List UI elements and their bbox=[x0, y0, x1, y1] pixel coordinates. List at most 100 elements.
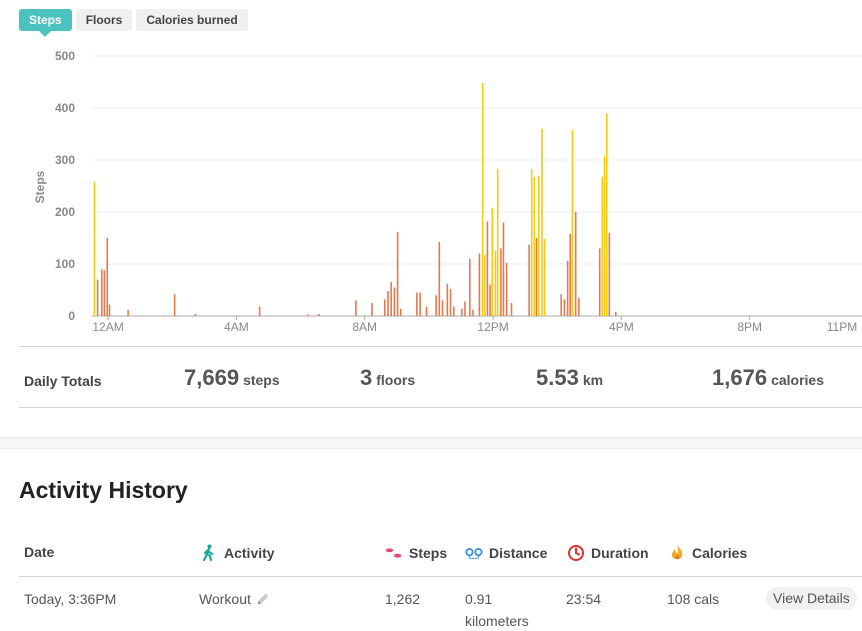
step-bar[interactable] bbox=[400, 308, 402, 316]
row-duration: 23:54 bbox=[566, 591, 602, 607]
step-bar[interactable] bbox=[318, 313, 320, 316]
step-bar[interactable] bbox=[486, 221, 489, 316]
step-bar[interactable] bbox=[396, 231, 399, 316]
step-bar[interactable] bbox=[452, 306, 455, 316]
x-tick-label: 8PM bbox=[737, 320, 762, 334]
column-distance[interactable]: Distance bbox=[465, 544, 547, 562]
step-bar[interactable] bbox=[435, 295, 437, 316]
step-bar[interactable] bbox=[390, 282, 392, 316]
y-tick-label: 200 bbox=[55, 205, 75, 219]
step-bar[interactable] bbox=[605, 113, 608, 316]
total-calories-value: 1,676 bbox=[712, 365, 768, 390]
total-floors-value: 3 bbox=[360, 365, 373, 390]
step-bar[interactable] bbox=[472, 309, 474, 316]
step-bar[interactable] bbox=[106, 238, 109, 316]
tab-floors[interactable]: Floors bbox=[75, 9, 133, 31]
column-date-label: Date bbox=[24, 544, 55, 560]
step-bar[interactable] bbox=[449, 288, 452, 316]
step-bar[interactable] bbox=[258, 306, 261, 316]
step-bar[interactable] bbox=[505, 262, 508, 316]
total-floors: 3 floors bbox=[360, 365, 415, 391]
total-distance-value: 5.53 bbox=[536, 365, 579, 390]
column-distance-label: Distance bbox=[489, 545, 548, 561]
step-bar[interactable] bbox=[533, 177, 536, 316]
column-duration[interactable]: Duration bbox=[567, 544, 649, 562]
edit-pencil-icon[interactable] bbox=[255, 591, 271, 607]
step-bar[interactable] bbox=[566, 260, 569, 316]
step-bar[interactable] bbox=[481, 83, 484, 316]
step-bar[interactable] bbox=[103, 270, 106, 316]
step-bar[interactable] bbox=[601, 176, 604, 316]
step-bar[interactable] bbox=[446, 283, 449, 316]
step-bar[interactable] bbox=[173, 294, 176, 316]
flame-icon bbox=[671, 545, 683, 560]
y-tick-label: 0 bbox=[68, 309, 75, 323]
step-bar[interactable] bbox=[416, 292, 418, 316]
step-bar[interactable] bbox=[496, 168, 499, 316]
step-bar[interactable] bbox=[571, 129, 574, 316]
step-bar[interactable] bbox=[425, 306, 428, 316]
step-bar[interactable] bbox=[464, 301, 466, 316]
y-tick-label: 300 bbox=[55, 153, 75, 167]
step-bar[interactable] bbox=[494, 251, 497, 316]
step-bar[interactable] bbox=[535, 238, 538, 316]
step-bar[interactable] bbox=[460, 308, 463, 316]
row-distance-unit: kilometers bbox=[465, 613, 529, 629]
step-bar[interactable] bbox=[541, 128, 543, 316]
step-bar[interactable] bbox=[543, 239, 546, 316]
step-bar[interactable] bbox=[108, 304, 111, 316]
step-bar[interactable] bbox=[502, 222, 505, 316]
x-tick-label: 12AM bbox=[92, 320, 123, 334]
column-activity[interactable]: Activity bbox=[200, 544, 275, 562]
step-bar[interactable] bbox=[127, 309, 129, 316]
step-bar[interactable] bbox=[371, 303, 373, 316]
step-bar[interactable] bbox=[484, 254, 486, 316]
column-calories[interactable]: Calories bbox=[668, 544, 747, 562]
step-bar[interactable] bbox=[563, 299, 566, 316]
step-bar[interactable] bbox=[387, 291, 389, 316]
daily-totals: Daily Totals 7,669 steps 3 floors 5.53 km 1… bbox=[19, 346, 862, 408]
activity-history-title: Activity History bbox=[19, 477, 188, 503]
step-bar[interactable] bbox=[441, 300, 444, 316]
step-bar[interactable] bbox=[393, 287, 396, 316]
tab-steps[interactable]: Steps bbox=[19, 9, 72, 37]
step-bar[interactable] bbox=[574, 212, 577, 316]
step-bar[interactable] bbox=[569, 233, 571, 316]
column-date[interactable]: Date bbox=[24, 544, 54, 560]
step-bar[interactable] bbox=[306, 314, 309, 316]
step-bar[interactable] bbox=[468, 258, 471, 316]
step-bar[interactable] bbox=[598, 248, 601, 316]
x-tick-label: 4PM bbox=[609, 320, 634, 334]
step-bar[interactable] bbox=[419, 292, 421, 316]
y-tick-label: 100 bbox=[55, 257, 75, 271]
step-bar[interactable] bbox=[100, 269, 103, 316]
column-steps[interactable]: Steps bbox=[385, 544, 447, 562]
step-bar[interactable] bbox=[491, 207, 494, 316]
row-calories: 108 cals bbox=[667, 591, 720, 607]
view-details-button[interactable]: View Details bbox=[766, 587, 857, 610]
step-bar[interactable] bbox=[608, 232, 611, 316]
step-bar[interactable] bbox=[438, 242, 441, 316]
step-bar[interactable] bbox=[478, 253, 481, 316]
x-tick-label: 11PM bbox=[827, 320, 857, 334]
step-bar[interactable] bbox=[96, 279, 99, 316]
step-bar[interactable] bbox=[489, 284, 491, 316]
total-distance-unit: km bbox=[582, 372, 604, 388]
step-bar[interactable] bbox=[603, 156, 606, 316]
step-bar[interactable] bbox=[528, 244, 530, 316]
step-bar[interactable] bbox=[578, 297, 580, 316]
step-bar[interactable] bbox=[614, 311, 617, 316]
step-bar[interactable] bbox=[510, 303, 513, 316]
clock-icon bbox=[568, 545, 584, 561]
tab-calories-burned[interactable]: Calories burned bbox=[136, 9, 248, 31]
step-bar[interactable] bbox=[530, 169, 533, 316]
daily-totals-label: Daily Totals bbox=[24, 373, 102, 389]
step-bar[interactable] bbox=[383, 299, 386, 316]
step-bar[interactable] bbox=[194, 313, 197, 316]
step-bar[interactable] bbox=[355, 300, 357, 316]
step-bar[interactable] bbox=[500, 248, 502, 316]
step-bar[interactable] bbox=[537, 175, 540, 316]
column-steps-label: Steps bbox=[409, 545, 448, 561]
step-bar[interactable] bbox=[93, 181, 96, 316]
step-bar[interactable] bbox=[560, 294, 563, 316]
